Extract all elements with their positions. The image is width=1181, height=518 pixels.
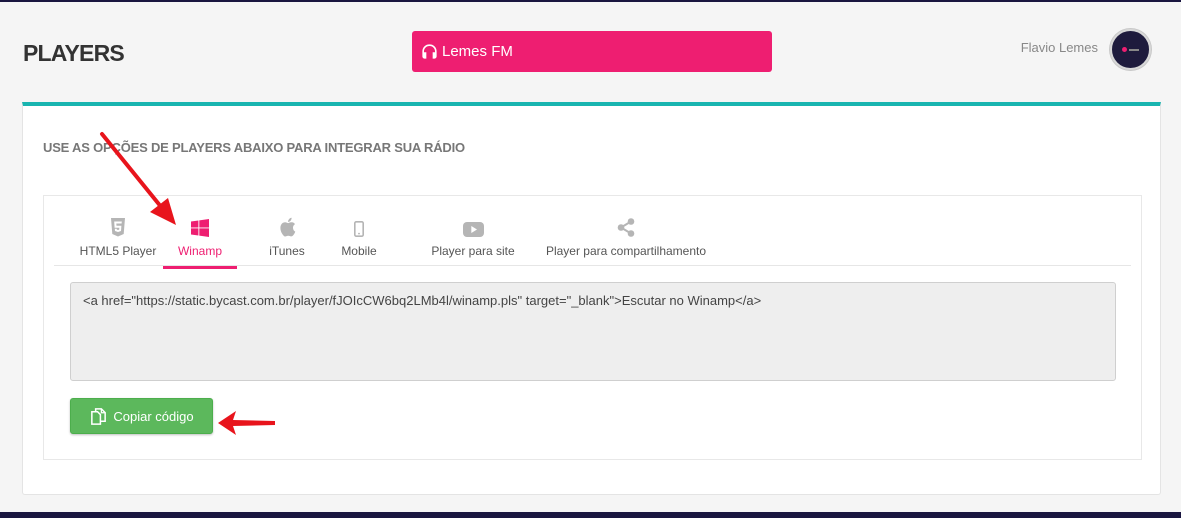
apple-icon (279, 217, 295, 237)
embed-code-textarea[interactable]: <a href="https://static.bycast.com.br/pl… (70, 282, 1116, 381)
tab-label: Mobile (341, 244, 377, 258)
bottom-bar (0, 512, 1181, 518)
share-icon (617, 218, 635, 237)
player-tabs: HTML5 Player Winamp iTunes Mobile Player… (54, 196, 1131, 269)
mobile-icon (354, 221, 364, 237)
players-card: USE AS OPÇÕES DE PLAYERS ABAIXO PARA INT… (22, 102, 1161, 495)
tab-itunes[interactable]: iTunes (258, 196, 316, 269)
youtube-icon (462, 222, 484, 237)
logo-dot-icon (1122, 47, 1127, 52)
tab-label: HTML5 Player (79, 244, 157, 258)
logo-mark-icon (1129, 48, 1139, 51)
annotation-arrow-winamp (100, 132, 176, 225)
avatar[interactable] (1110, 29, 1151, 70)
tab-label: Winamp (177, 244, 222, 258)
annotation-arrow-copy (218, 411, 275, 435)
page-header: PLAYERS Lemes FM Flavio Lemes (0, 2, 1181, 102)
copy-icon (91, 407, 107, 425)
station-selector[interactable]: Lemes FM (412, 31, 772, 72)
tab-label: iTunes (269, 244, 305, 258)
copy-code-button[interactable]: Copiar código (70, 398, 213, 434)
tab-player-para-site[interactable]: Player para site (423, 196, 523, 269)
players-panel: HTML5 Player Winamp iTunes Mobile Player… (43, 195, 1142, 460)
page-title: PLAYERS (23, 40, 125, 66)
tab-player-para-compartilhamento[interactable]: Player para compartilhamento (541, 196, 711, 269)
windows-icon (191, 219, 209, 237)
user-name[interactable]: Flavio Lemes (1021, 40, 1098, 55)
station-name: Lemes FM (442, 43, 513, 60)
copy-button-label: Copiar código (113, 408, 194, 424)
tab-label: Player para site (431, 244, 515, 258)
tab-label: Player para compartilhamento (545, 244, 707, 258)
headphones-icon (422, 44, 437, 59)
tab-mobile[interactable]: Mobile (329, 196, 389, 269)
